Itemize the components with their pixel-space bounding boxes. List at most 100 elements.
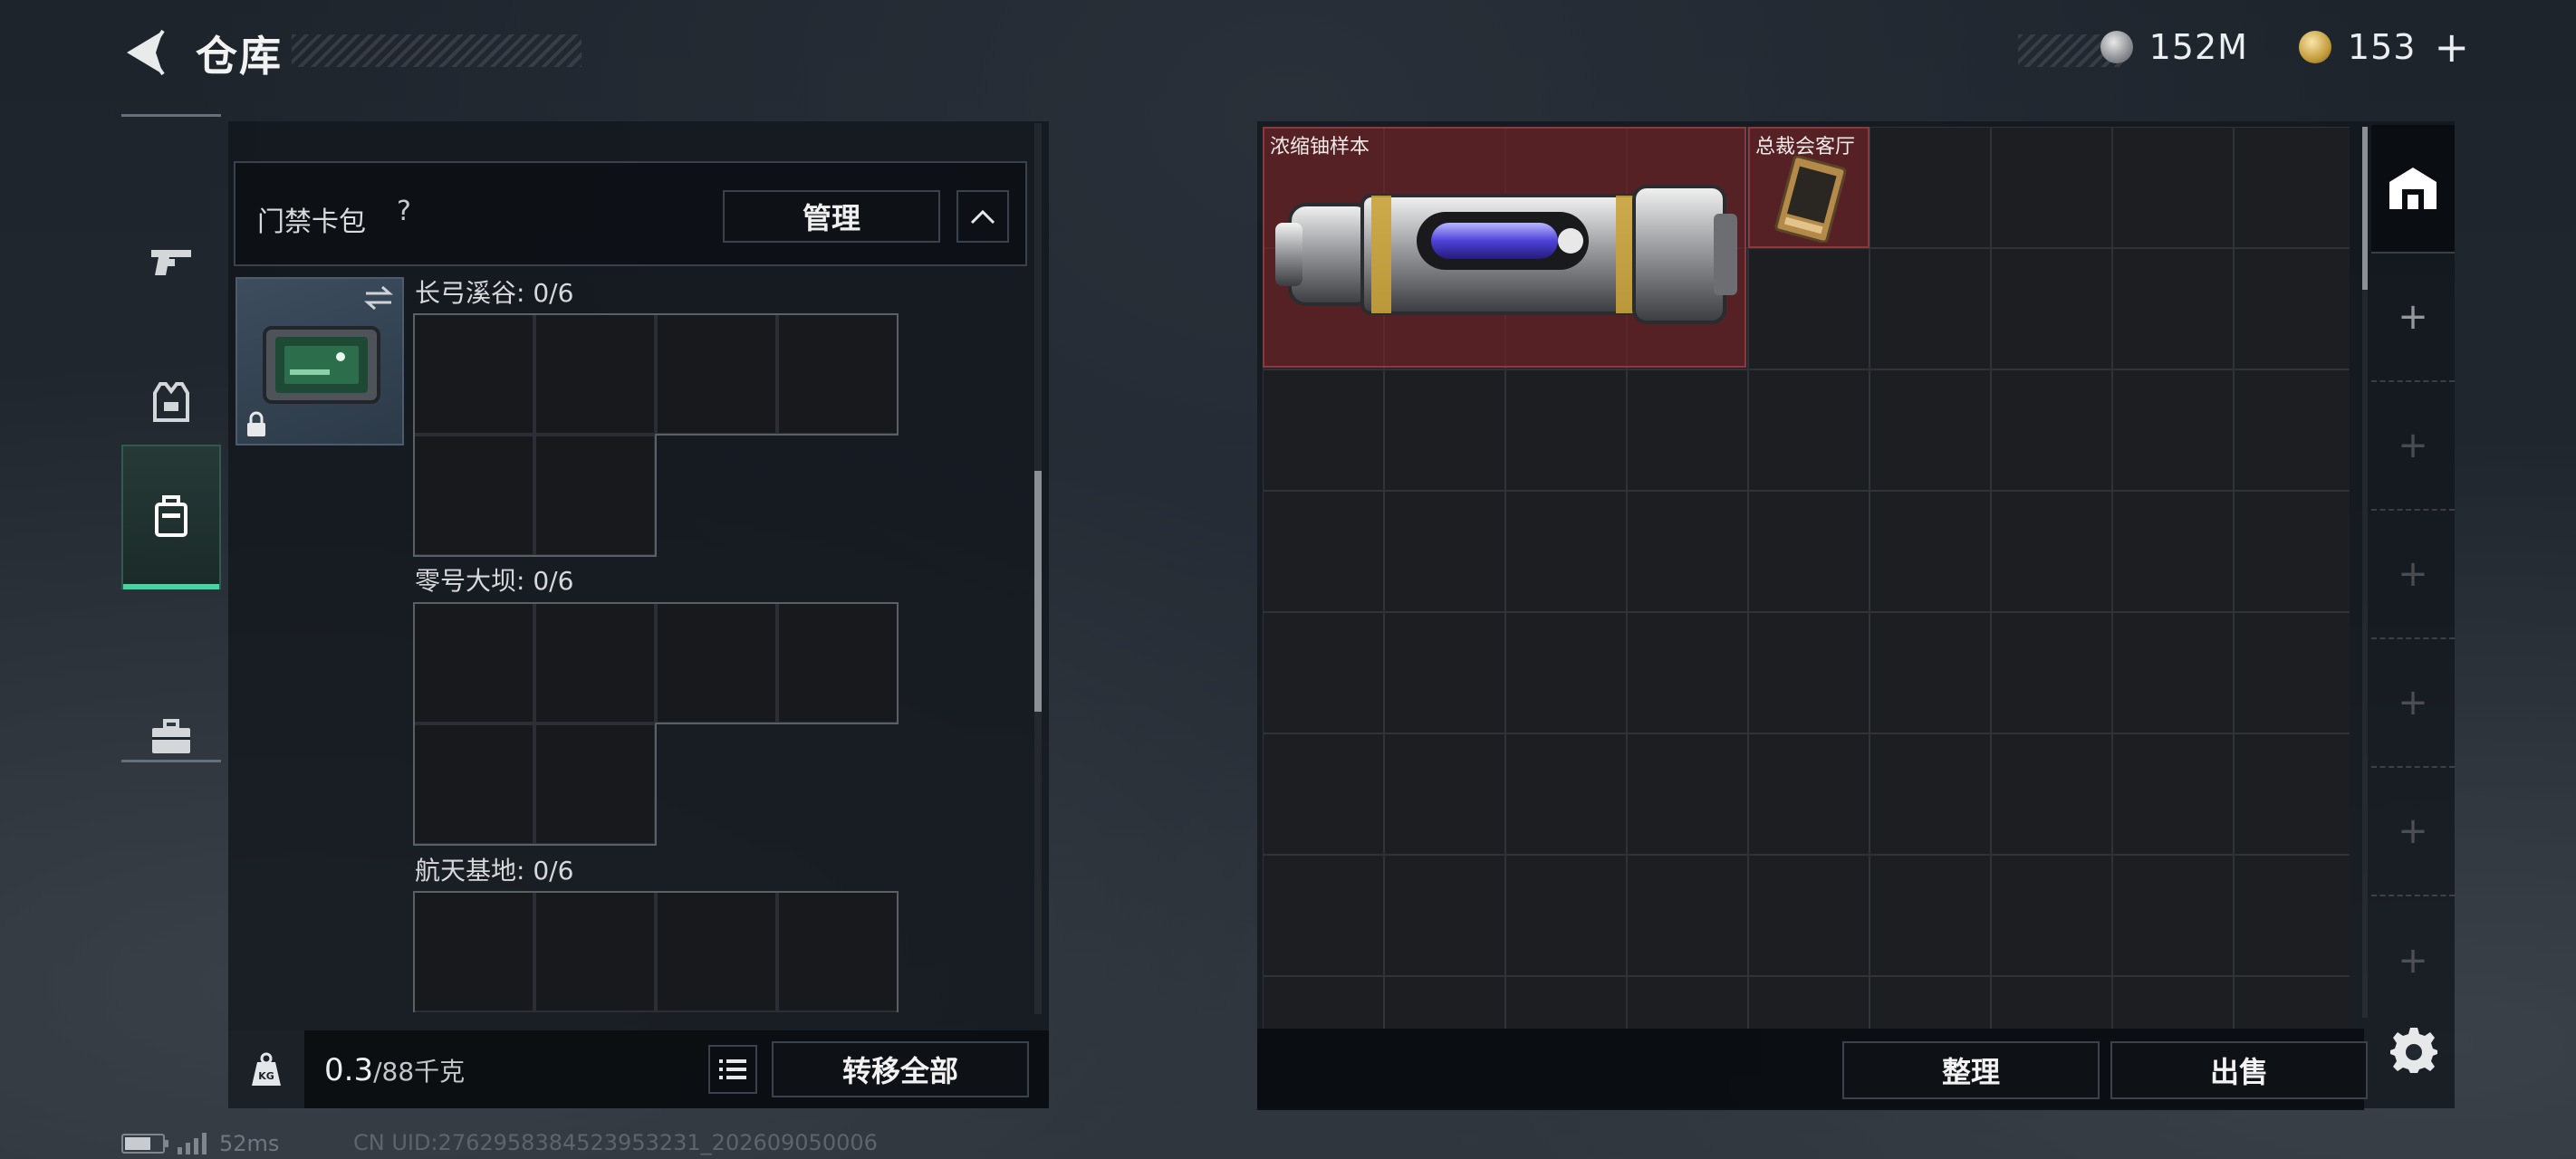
add-container-button[interactable]: +: [2371, 896, 2455, 1025]
storage-cell[interactable]: [1870, 127, 1991, 248]
storage-cell[interactable]: [1263, 976, 1384, 1029]
storage-cell[interactable]: [2112, 612, 2234, 733]
keycard-slot[interactable]: [413, 723, 534, 845]
collapse-button[interactable]: [956, 190, 1009, 243]
storage-cell[interactable]: [1627, 491, 1748, 612]
sort-button[interactable]: 整理: [1842, 1041, 2100, 1099]
add-container-button[interactable]: +: [2371, 382, 2455, 511]
storage-cell[interactable]: [2112, 733, 2234, 855]
keycard-slot[interactable]: [777, 602, 899, 723]
storage-cell[interactable]: [1505, 369, 1627, 491]
storage-cell[interactable]: [1627, 976, 1748, 1029]
storage-cell[interactable]: [1870, 855, 1991, 976]
storage-scrollbar-thumb[interactable]: [2362, 127, 2368, 290]
storage-cell[interactable]: [1627, 369, 1748, 491]
storage-cell[interactable]: [1384, 733, 1505, 855]
storage-cell[interactable]: [2234, 127, 2350, 248]
keycard-slot[interactable]: [413, 891, 534, 1012]
keycard-slot[interactable]: [413, 313, 534, 435]
storage-cell[interactable]: [1384, 855, 1505, 976]
storage-cell[interactable]: [1505, 733, 1627, 855]
keycard-slot[interactable]: [534, 313, 656, 435]
manage-button[interactable]: 管理: [723, 190, 940, 243]
add-container-button[interactable]: +: [2371, 639, 2455, 768]
storage-cell[interactable]: [1991, 855, 2112, 976]
storage-cell[interactable]: [1870, 369, 1991, 491]
storage-cell[interactable]: [1870, 491, 1991, 612]
storage-cell[interactable]: [1505, 612, 1627, 733]
storage-cell[interactable]: [1627, 733, 1748, 855]
storage-cell[interactable]: [2234, 733, 2350, 855]
storage-cell[interactable]: [1991, 248, 2112, 369]
storage-cell[interactable]: [1870, 733, 1991, 855]
storage-item-keycard[interactable]: 总裁会客厅: [1748, 127, 1870, 248]
storage-cell[interactable]: [2112, 491, 2234, 612]
storage-cell[interactable]: [2234, 248, 2350, 369]
add-container-button[interactable]: +: [2371, 768, 2455, 896]
add-container-button[interactable]: +: [2371, 511, 2455, 639]
storage-cell[interactable]: [1263, 733, 1384, 855]
keycard-slot[interactable]: [413, 602, 534, 723]
storage-cell[interactable]: [1505, 855, 1627, 976]
storage-cell[interactable]: [1263, 612, 1384, 733]
storage-cell[interactable]: [1748, 976, 1870, 1029]
add-currency-button[interactable]: +: [2434, 23, 2469, 72]
storage-cell[interactable]: [1870, 612, 1991, 733]
storage-cell[interactable]: [1870, 976, 1991, 1029]
storage-cell[interactable]: [1505, 491, 1627, 612]
storage-cell[interactable]: [1384, 612, 1505, 733]
storage-cell[interactable]: [2234, 976, 2350, 1029]
storage-cell[interactable]: [1384, 369, 1505, 491]
sell-button[interactable]: 出售: [2110, 1041, 2368, 1099]
storage-cell[interactable]: [1748, 855, 1870, 976]
storage-cell[interactable]: [2234, 491, 2350, 612]
storage-cell[interactable]: [1263, 369, 1384, 491]
storage-cell[interactable]: [1384, 976, 1505, 1029]
storage-cell[interactable]: [1748, 733, 1870, 855]
keycard-slot[interactable]: [656, 602, 777, 723]
storage-cell[interactable]: [2112, 369, 2234, 491]
storage-cell[interactable]: [1870, 248, 1991, 369]
storage-cell[interactable]: [1991, 976, 2112, 1029]
storage-cell[interactable]: [1991, 733, 2112, 855]
storage-cell[interactable]: [1748, 491, 1870, 612]
settings-button[interactable]: [2388, 1023, 2440, 1076]
storage-cell[interactable]: [1384, 491, 1505, 612]
keycard-slot[interactable]: [656, 313, 777, 435]
storage-cell[interactable]: [1748, 612, 1870, 733]
storage-cell[interactable]: [1505, 976, 1627, 1029]
storage-cell[interactable]: [2112, 127, 2234, 248]
tab-tools[interactable]: [121, 678, 221, 796]
storage-cell[interactable]: [2112, 855, 2234, 976]
storage-cell[interactable]: [2234, 369, 2350, 491]
keycard-slot[interactable]: [656, 891, 777, 1012]
storage-cell[interactable]: [1263, 491, 1384, 612]
help-icon[interactable]: ?: [397, 196, 411, 227]
storage-cell[interactable]: [1991, 127, 2112, 248]
storage-cell[interactable]: [1263, 855, 1384, 976]
keycard-slot[interactable]: [777, 891, 899, 1012]
transfer-all-button[interactable]: 转移全部: [772, 1041, 1029, 1097]
keycard-holder-item[interactable]: [235, 277, 404, 445]
swap-icon[interactable]: [362, 284, 395, 311]
tab-containers[interactable]: [121, 445, 221, 589]
storage-cell[interactable]: [1627, 612, 1748, 733]
storage-cell[interactable]: [2112, 976, 2234, 1029]
keycard-slot[interactable]: [413, 435, 534, 556]
left-scrollbar-thumb[interactable]: [1034, 471, 1042, 712]
tab-weapons[interactable]: [121, 204, 221, 321]
keycard-slot[interactable]: [534, 723, 656, 845]
keycard-slot[interactable]: [534, 602, 656, 723]
storage-cell[interactable]: [2112, 248, 2234, 369]
storage-item-uranium[interactable]: 浓缩铀样本: [1263, 127, 1746, 368]
storage-cell[interactable]: [1991, 612, 2112, 733]
add-container-button[interactable]: +: [2371, 254, 2455, 382]
tab-gear[interactable]: [121, 343, 221, 461]
back-button[interactable]: [121, 27, 168, 78]
storage-cell[interactable]: [1991, 491, 2112, 612]
storage-cell[interactable]: [1748, 369, 1870, 491]
keycard-slot[interactable]: [534, 891, 656, 1012]
tab-main-storage[interactable]: [2371, 125, 2455, 254]
storage-cell[interactable]: [1627, 855, 1748, 976]
storage-cell[interactable]: [1991, 369, 2112, 491]
